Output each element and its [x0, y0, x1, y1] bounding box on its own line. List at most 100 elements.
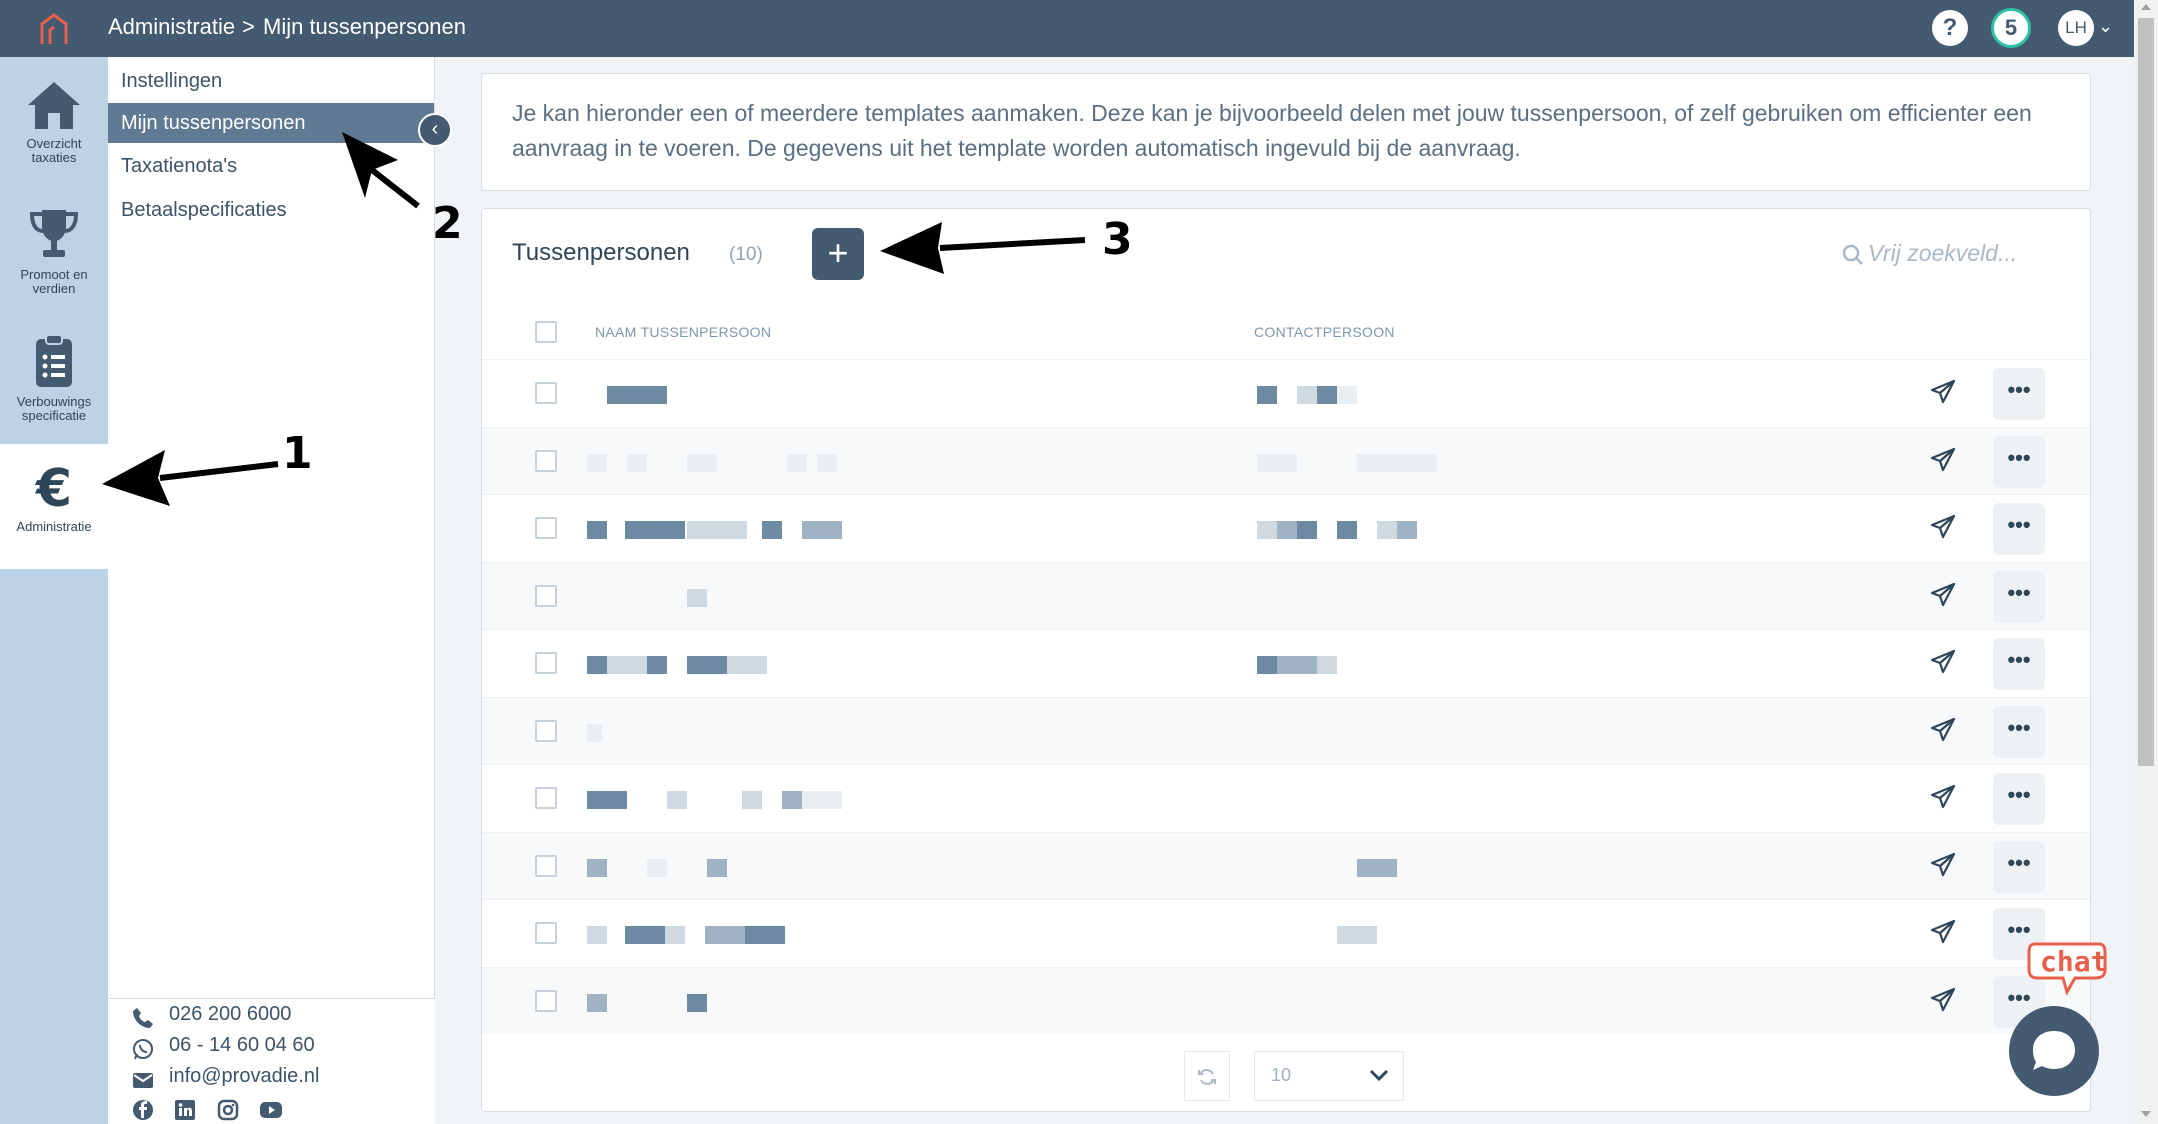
row-more-button[interactable]: •••	[1993, 638, 2045, 690]
row-checkbox[interactable]	[535, 922, 557, 944]
icon-sidebar: Overzicht taxaties Promoot en verdien Ve…	[0, 57, 108, 1124]
row-checkbox[interactable]	[535, 652, 557, 674]
table-row[interactable]: •••	[482, 831, 2090, 899]
redacted-block	[1317, 386, 1337, 404]
breadcrumb-administratie[interactable]: Administratie	[108, 14, 235, 40]
linkedin-icon[interactable]	[174, 1099, 196, 1124]
chevron-down-icon	[1369, 1069, 1389, 1082]
top-bar: Administratie > Mijn tussenpersonen ? 5 …	[0, 0, 2134, 57]
row-checkbox[interactable]	[535, 584, 557, 607]
redacted-block	[1357, 858, 1397, 877]
table-row[interactable]: •••	[482, 426, 2090, 494]
row-more-button[interactable]: •••	[1993, 503, 2045, 555]
help-button[interactable]: ?	[1932, 10, 1968, 46]
table-row[interactable]: •••	[482, 696, 2090, 764]
chat-launcher-button[interactable]	[2009, 1006, 2099, 1096]
submenu-mijn-tussenpersonen[interactable]: Mijn tussenpersonen	[108, 103, 434, 143]
send-paper-plane-icon[interactable]	[1929, 986, 1957, 1019]
submenu-betaalspecificaties[interactable]: Betaalspecificaties	[108, 190, 434, 230]
row-checkbox[interactable]	[535, 719, 557, 742]
page-size-select[interactable]: 10	[1254, 1051, 1404, 1101]
add-tussenpersoon-button[interactable]: +	[812, 228, 864, 280]
redacted-block	[1257, 386, 1277, 404]
page-scrollbar[interactable]	[2134, 0, 2158, 1124]
submenu-taxatienotas[interactable]: Taxatienota's	[108, 146, 434, 186]
scroll-down-arrow[interactable]	[2141, 1111, 2151, 1117]
row-checkbox[interactable]	[535, 449, 557, 472]
row-more-button[interactable]: •••	[1993, 840, 2045, 893]
nav-overzicht-taxaties[interactable]: Overzicht taxaties	[0, 65, 108, 190]
redacted-block	[687, 656, 727, 674]
row-more-button[interactable]: •••	[1993, 773, 2045, 825]
collapse-sidebar-button[interactable]: ‹	[418, 113, 452, 147]
user-avatar[interactable]: LH	[2058, 10, 2094, 46]
instagram-icon[interactable]	[217, 1099, 239, 1124]
nav-promoot-en-verdien[interactable]: Promoot en verdien	[0, 192, 108, 317]
row-more-button[interactable]: •••	[1993, 435, 2045, 488]
send-paper-plane-icon[interactable]	[1929, 378, 1957, 411]
table-row[interactable]: •••	[482, 899, 2090, 966]
row-more-button[interactable]: •••	[1993, 570, 2045, 623]
redacted-block	[727, 521, 747, 539]
redacted-block	[782, 791, 802, 809]
notifications-badge[interactable]: 5	[1991, 8, 2031, 48]
redacted-block	[742, 791, 762, 809]
redacted-block	[625, 521, 685, 539]
svg-text:€: €	[35, 459, 72, 514]
redacted-block	[587, 723, 602, 742]
row-checkbox[interactable]	[535, 382, 557, 404]
redacted-block	[745, 926, 785, 944]
scroll-up-arrow[interactable]	[2141, 4, 2151, 10]
table-row[interactable]: •••	[482, 966, 2090, 1034]
send-paper-plane-icon[interactable]	[1929, 446, 1957, 479]
phone-icon	[133, 1008, 153, 1028]
redacted-block	[1337, 386, 1357, 404]
send-paper-plane-icon[interactable]	[1929, 513, 1957, 546]
scrollbar-thumb[interactable]	[2138, 18, 2154, 766]
send-paper-plane-icon[interactable]	[1929, 783, 1957, 816]
redacted-block	[762, 521, 782, 539]
redacted-block	[787, 453, 807, 472]
send-paper-plane-icon[interactable]	[1929, 918, 1957, 951]
table-row[interactable]: •••	[482, 764, 2090, 831]
whatsapp-icon	[133, 1039, 153, 1060]
facebook-icon[interactable]	[132, 1099, 154, 1124]
redacted-block	[627, 453, 647, 472]
row-checkbox[interactable]	[535, 854, 557, 877]
send-paper-plane-icon[interactable]	[1929, 716, 1957, 749]
redacted-block	[687, 453, 717, 472]
youtube-icon[interactable]	[259, 1099, 283, 1124]
refresh-icon	[1198, 1069, 1216, 1085]
chat-bubble-icon	[2033, 1031, 2075, 1070]
redacted-block	[587, 926, 607, 944]
row-checkbox[interactable]	[535, 517, 557, 539]
redacted-block	[1297, 386, 1317, 404]
column-header-naam[interactable]: NAAM TUSSENPERSOON	[595, 306, 771, 358]
row-checkbox[interactable]	[535, 989, 557, 1012]
search-input[interactable]	[1837, 235, 2067, 271]
row-more-button[interactable]: •••	[1993, 705, 2045, 758]
select-all-checkbox[interactable]	[535, 321, 557, 343]
redacted-block	[802, 521, 842, 539]
refresh-button[interactable]	[1184, 1051, 1230, 1101]
send-paper-plane-icon[interactable]	[1929, 648, 1957, 681]
table-row[interactable]: •••	[482, 629, 2090, 696]
nav-administratie[interactable]: € Administratie	[0, 444, 108, 569]
send-paper-plane-icon[interactable]	[1929, 581, 1957, 614]
chevron-down-icon[interactable]: ⌄	[2098, 16, 2113, 37]
redacted-block	[1397, 521, 1417, 539]
redacted-block	[1297, 521, 1317, 539]
table-row[interactable]: •••	[482, 359, 2090, 426]
annotation-label-3: 3	[1102, 214, 1133, 265]
nav-verbouwings-specificatie[interactable]: Verbouwings specificatie	[0, 319, 108, 444]
row-more-button[interactable]: •••	[1993, 368, 2045, 420]
table-row[interactable]: •••	[482, 561, 2090, 629]
row-checkbox[interactable]	[535, 787, 557, 809]
column-header-contactpersoon[interactable]: CONTACTPERSOON	[1254, 306, 1395, 358]
send-paper-plane-icon[interactable]	[1929, 851, 1957, 884]
table-row[interactable]: •••	[482, 494, 2090, 561]
submenu-instellingen[interactable]: Instellingen	[108, 61, 434, 101]
chat-tag-label[interactable]: chat	[2040, 945, 2107, 978]
provadie-logo-icon[interactable]	[38, 12, 70, 46]
home-icon	[28, 82, 80, 129]
